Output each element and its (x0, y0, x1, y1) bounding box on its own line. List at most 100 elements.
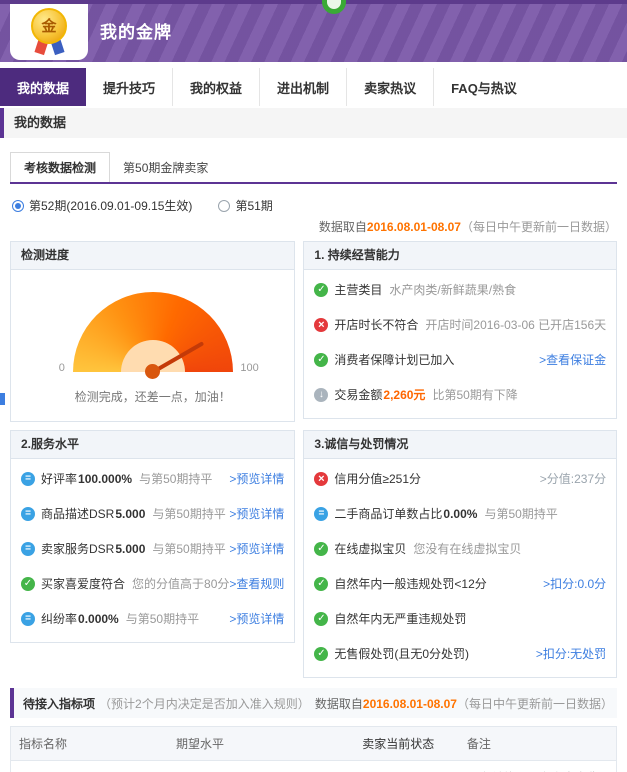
panel-integrity-punishment: 3.诚信与处罚情况 信用分值≥251分 >分值:237分 二手商品订单数占比 0… (303, 430, 617, 678)
tab-seller-discussion[interactable]: 卖家热议 (347, 68, 434, 106)
metric-label: 在线虚拟宝贝 (334, 540, 406, 557)
panel-operation-ability: 1. 持续经营能力 主营类目 水产肉类/新鲜蔬果/熟食 开店时长不符合 开店时间… (303, 241, 617, 419)
panel-operation-title: 1. 持续经营能力 (304, 242, 616, 270)
metric-label: 自然年内无严重违规处罚 (334, 610, 466, 627)
metric-sub: 与第50期持平 (139, 470, 212, 487)
metric-sub: 您没有在线虚拟宝贝 (413, 540, 521, 557)
metric-row: 二手商品订单数占比 0.00% 与第50期持平 (314, 496, 606, 531)
gauge-max-label: 100 (240, 362, 258, 374)
view-rules-link[interactable]: >查看规则 (229, 575, 284, 592)
metric-row: 商品描述DSR 5.000 与第50期持平 >预览详情 (21, 496, 284, 531)
credit-score-value: >分值:237分 (540, 470, 606, 487)
pending-section-header: 待接入指标项 （预计2个月内决定是否加入准入规则） 数据取自2016.08.01… (10, 688, 617, 718)
metric-label: 二手商品订单数占比 (334, 505, 442, 522)
gauge-caption: 检测完成，还差一点，加油！ (21, 388, 284, 405)
tab-entry-exit[interactable]: 进出机制 (260, 68, 347, 106)
data-source-prefix: 数据取自 (319, 220, 367, 234)
radio-period-51-label: 第51期 (235, 197, 272, 214)
metric-row: 买家喜爱度符合 您的分值高于80分 >查看规则 (21, 566, 284, 601)
flat-icon (21, 472, 35, 486)
metric-sub: 开店时间2016-03-06 已开店156天 (425, 316, 606, 333)
radio-period-52[interactable]: 第52期(2016.09.01-09.15生效) (12, 197, 192, 214)
metric-row: 消费者保障计划已加入 >查看保证金 (314, 342, 606, 377)
green-badge-icon (322, 0, 346, 14)
col-header-state: 卖家当前状态 (338, 727, 459, 761)
pending-table: 指标名称 期望水平 卖家当前状态 备注 24发货速度 平均发货时长≤24小时 2… (10, 726, 617, 772)
data-source-prefix: 数据取自 (315, 697, 363, 711)
metric-row: 交易金额 2,260元 比第50期有下降 (314, 377, 606, 412)
preview-detail-link[interactable]: >预览详情 (229, 505, 284, 522)
metric-row: 无售假处罚(且无0分处罚) >扣分:无处罚 (314, 636, 606, 671)
metric-row: 主营类目 水产肉类/新鲜蔬果/熟食 (314, 272, 606, 307)
subtab-period50-sellers[interactable]: 第50期金牌卖家 (110, 153, 221, 182)
flat-icon (21, 612, 35, 626)
data-source-suffix: （每日中午更新前一日数据） (457, 697, 613, 711)
data-source-note: 数据取自2016.08.01-08.07（每日中午更新前一日数据） (315, 695, 613, 712)
gauge-min-label: 0 (59, 362, 65, 374)
col-header-expect: 期望水平 (168, 727, 338, 761)
metric-value: 5.000 (115, 542, 145, 556)
subtab-assessment-data[interactable]: 考核数据检测 (10, 152, 110, 182)
check-icon (314, 612, 328, 626)
metric-row: 自然年内一般违规处罚<12分 >扣分:0.0分 (314, 566, 606, 601)
content: 考核数据检测 第50期金牌卖家 第52期(2016.09.01-09.15生效)… (0, 152, 627, 772)
metric-row: 卖家服务DSR 5.000 与第50期持平 >预览详情 (21, 531, 284, 566)
metric-row: 好评率 100.000% 与第50期持平 >预览详情 (21, 461, 284, 496)
radio-period-51[interactable]: 第51期 (218, 197, 272, 214)
flat-icon (314, 507, 328, 521)
metric-sub: 比第50期有下降 (432, 386, 517, 403)
tab-my-data[interactable]: 我的数据 (0, 68, 86, 106)
deduction-points-link[interactable]: >扣分:0.0分 (543, 575, 606, 592)
flat-icon (21, 507, 35, 521)
col-header-name: 指标名称 (11, 727, 169, 761)
metric-label: 卖家服务DSR (41, 540, 114, 557)
medal-patch: 金 (10, 4, 88, 60)
metric-row: 纠纷率 0.000% 与第50期持平 >预览详情 (21, 601, 284, 636)
preview-detail-link[interactable]: >预览详情 (229, 540, 284, 557)
page-header: 金 我的金牌 (0, 0, 627, 62)
metric-value: 5.000 (115, 507, 145, 521)
left-edge-marker (0, 393, 5, 405)
metric-row: 在线虚拟宝贝 您没有在线虚拟宝贝 (314, 531, 606, 566)
metric-label: 开店时长不符合 (334, 316, 418, 333)
radio-on-icon[interactable] (12, 200, 24, 212)
metric-label: 好评率 (41, 470, 77, 487)
metric-state: 242.7小时 (338, 761, 459, 772)
table-header-row: 指标名称 期望水平 卖家当前状态 备注 (11, 727, 617, 761)
data-source-note: 数据取自2016.08.01-08.07（每日中午更新前一日数据） (10, 218, 617, 235)
tab-improve-skills[interactable]: 提升技巧 (86, 68, 173, 106)
panel-integrity-title: 3.诚信与处罚情况 (304, 431, 616, 459)
gauge-panel: 检测进度 0 100 检测完成，还差一点，加油！ (10, 241, 295, 422)
metric-label: 消费者保障计划已加入 (334, 351, 454, 368)
metric-label: 信用分值≥251分 (334, 470, 421, 487)
no-penalty-link[interactable]: >扣分:无处罚 (536, 645, 606, 662)
data-source-suffix: （每日中午更新前一日数据） (461, 220, 617, 234)
pending-note: （预计2个月内决定是否加入准入规则） (99, 695, 315, 712)
table-row: 24发货速度 平均发货时长≤24小时 242.7小时 买家付款至卖家点击发货的平… (11, 761, 617, 772)
cross-icon (314, 472, 328, 486)
radio-off-icon[interactable] (218, 200, 230, 212)
panel-service-level: 2.服务水平 好评率 100.000% 与第50期持平 >预览详情 商品描述DS… (10, 430, 295, 643)
check-icon (314, 647, 328, 661)
metric-label: 交易金额 (334, 386, 382, 403)
page-title: 我的金牌 (100, 18, 172, 43)
preview-detail-link[interactable]: >预览详情 (229, 610, 284, 627)
col-header-note: 备注 (459, 727, 617, 761)
metric-value: 0.000% (78, 612, 119, 626)
metric-value: 100.000% (78, 472, 132, 486)
metric-value: 2,260元 (383, 386, 425, 403)
data-source-date: 2016.08.01-08.07 (363, 697, 457, 711)
tab-faq[interactable]: FAQ与热议 (434, 68, 534, 106)
cross-icon (314, 318, 328, 332)
metric-value: 0.00% (443, 507, 477, 521)
check-icon (314, 353, 328, 367)
period-selector: 第52期(2016.09.01-09.15生效) 第51期 (12, 197, 617, 214)
preview-detail-link[interactable]: >预览详情 (229, 470, 284, 487)
gold-medal-icon: 金 (31, 8, 67, 44)
check-icon (314, 542, 328, 556)
tab-my-benefits[interactable]: 我的权益 (173, 68, 260, 106)
view-deposit-link[interactable]: >查看保证金 (539, 351, 606, 368)
gauge-hub-icon (145, 364, 160, 379)
metric-sub: 与第50期持平 (484, 505, 557, 522)
radio-period-52-label: 第52期(2016.09.01-09.15生效) (29, 197, 192, 214)
